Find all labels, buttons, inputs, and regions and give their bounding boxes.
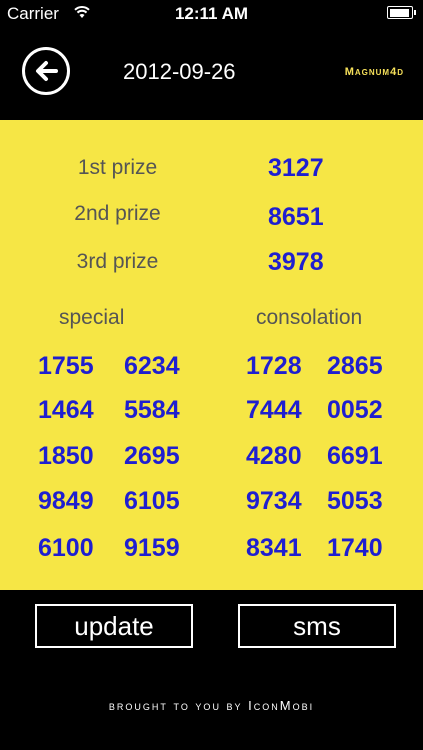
special-number: 6100 (38, 534, 94, 562)
special-label: special (59, 306, 125, 329)
special-number: 5584 (124, 396, 180, 424)
second-prize-value: 8651 (268, 203, 324, 231)
update-button[interactable]: update (35, 604, 193, 648)
consolation-number: 0052 (327, 396, 383, 424)
third-prize-value: 3978 (268, 248, 324, 276)
consolation-number: 1728 (246, 352, 302, 380)
special-number: 2695 (124, 442, 180, 470)
results-panel: 1st prize 3127 2nd prize 8651 3rd prize … (0, 120, 423, 590)
back-arrow-icon (36, 61, 58, 81)
consolation-number: 2865 (327, 352, 383, 380)
special-number: 9849 (38, 487, 94, 515)
special-number: 6105 (124, 487, 180, 515)
footer-credit: brought to you by IconMobi (108, 698, 315, 713)
consolation-number: 5053 (327, 487, 383, 515)
battery-icon (387, 6, 416, 19)
special-number: 1755 (38, 352, 94, 380)
first-prize-label: 1st prize (77, 156, 158, 179)
consolation-number: 1740 (327, 534, 383, 562)
consolation-number: 9734 (246, 487, 302, 515)
special-number: 1464 (38, 396, 94, 424)
status-time: 12:11 AM (174, 4, 249, 23)
special-number: 6234 (124, 352, 180, 380)
special-number: 9159 (124, 534, 180, 562)
draw-date: 2012-09-26 (123, 59, 236, 84)
consolation-number: 7444 (246, 396, 302, 424)
consolation-number: 6691 (327, 442, 383, 470)
status-bar: Carrier 12:11 AM (0, 0, 423, 28)
second-prize-label: 2nd prize (74, 202, 161, 225)
first-prize-value: 3127 (268, 154, 324, 182)
consolation-number: 4280 (246, 442, 302, 470)
third-prize-label: 3rd prize (76, 250, 159, 273)
consolation-label: consolation (256, 306, 363, 329)
consolation-number: 8341 (246, 534, 302, 562)
special-number: 1850 (38, 442, 94, 470)
header: 2012-09-26 Magnum4d (0, 28, 423, 120)
sms-button[interactable]: sms (238, 604, 396, 648)
brand-logo: Magnum4d (344, 66, 404, 78)
back-button[interactable] (22, 47, 70, 95)
